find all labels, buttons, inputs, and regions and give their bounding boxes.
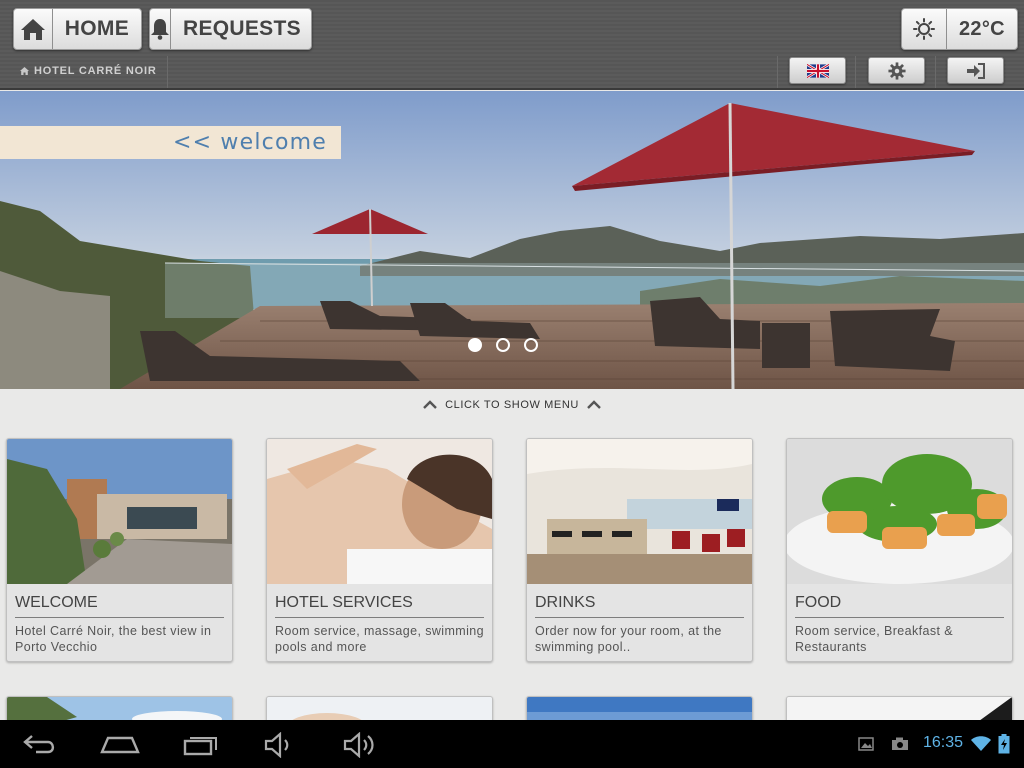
card-image [527, 439, 752, 584]
home-label: HOME [64, 17, 129, 40]
slide-dot-3[interactable] [524, 338, 538, 352]
volume-down-icon[interactable] [263, 732, 297, 758]
card-description: Room service, Breakfast & Restaurants [795, 624, 953, 654]
hotel-name-label: HOTEL CARRÉ NOIR [34, 65, 157, 77]
home-button[interactable]: HOME [13, 8, 142, 50]
card-drinks[interactable]: DRINKS Order now for your room, at the s… [526, 438, 753, 662]
welcome-banner: << welcome [0, 126, 341, 159]
card-title: DRINKS [535, 594, 744, 618]
chevron-up-icon [587, 400, 601, 409]
home-icon [14, 9, 53, 49]
small-home-icon [20, 67, 29, 75]
gallery-notification-icon [858, 737, 874, 751]
sun-icon [902, 9, 947, 49]
uk-flag-icon [806, 63, 829, 78]
slide-dot-2[interactable] [496, 338, 510, 352]
show-menu-label: CLICK TO SHOW MENU [445, 399, 579, 411]
slide-dot-1[interactable] [468, 338, 482, 352]
divider [935, 56, 936, 88]
language-button[interactable] [789, 57, 846, 84]
clock: 16:35 [923, 734, 964, 751]
requests-button[interactable]: REQUESTS [149, 8, 312, 50]
system-navigation-bar: 16:35 [0, 720, 1024, 768]
divider [855, 56, 856, 88]
card-welcome[interactable]: WELCOME Hotel Carré Noir, the best view … [6, 438, 233, 662]
home-nav-icon[interactable] [100, 732, 140, 756]
media-notification-icon [892, 737, 908, 750]
slider-pagination [468, 338, 538, 352]
card-title: WELCOME [15, 594, 224, 618]
wifi-icon [971, 736, 991, 751]
gear-icon [887, 61, 906, 80]
recent-apps-icon[interactable] [183, 732, 219, 756]
card-hotel-services[interactable]: HOTEL SERVICES Room service, massage, sw… [266, 438, 493, 662]
temperature-label: 22°C [959, 17, 1005, 40]
card-image [7, 439, 232, 584]
divider [167, 56, 168, 88]
requests-label: REQUESTS [183, 17, 301, 40]
back-icon[interactable] [22, 732, 58, 756]
login-icon [966, 62, 985, 79]
battery-icon [998, 734, 1010, 754]
bell-icon [150, 9, 171, 49]
weather-widget: 22°C [901, 8, 1018, 50]
settings-button[interactable] [868, 57, 925, 84]
card-image [267, 439, 492, 584]
sub-header: HOTEL CARRÉ NOIR [0, 56, 1024, 88]
welcome-banner-text: << welcome [172, 130, 327, 155]
hero-slider[interactable]: << welcome [0, 91, 1024, 389]
top-header: HOME REQUESTS 22°C HOTEL CARRÉ NOIR [0, 0, 1024, 90]
card-description: Room service, massage, swimming pools an… [275, 624, 484, 654]
card-description: Hotel Carré Noir, the best view in Porto… [15, 624, 212, 654]
breadcrumb: HOTEL CARRÉ NOIR [20, 65, 157, 77]
card-food[interactable]: FOOD Room service, Breakfast & Restauran… [786, 438, 1013, 662]
volume-up-icon[interactable] [342, 732, 378, 758]
card-title: FOOD [795, 594, 1004, 618]
card-title: HOTEL SERVICES [275, 594, 484, 618]
show-menu-toggle[interactable]: CLICK TO SHOW MENU [0, 392, 1024, 418]
card-image [787, 439, 1012, 584]
divider [777, 56, 778, 88]
login-button[interactable] [947, 57, 1004, 84]
chevron-up-icon [423, 400, 437, 409]
card-description: Order now for your room, at the swimming… [535, 624, 722, 654]
